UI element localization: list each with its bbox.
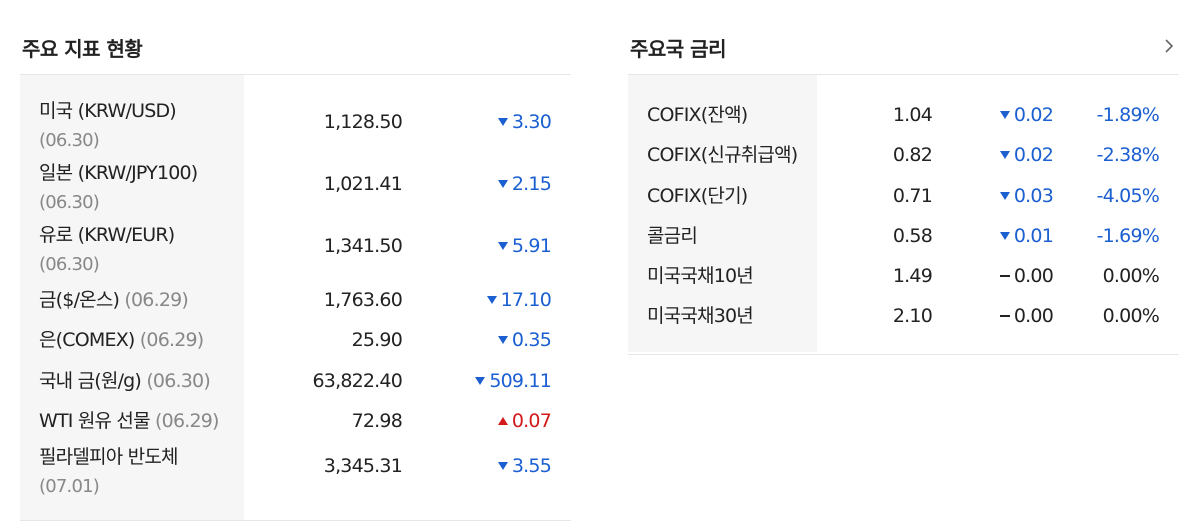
indicator-row-gold[interactable]: 금($/온스) (06.29) 1,763.60 17.10 xyxy=(20,285,571,315)
rate-name: COFIX(잔액) xyxy=(647,104,748,126)
indicator-date: (06.30) xyxy=(39,192,100,213)
rate-change: 0.00 xyxy=(999,301,1054,331)
rate-name: 미국국채10년 xyxy=(647,265,754,287)
down-triangle-icon xyxy=(999,110,1010,119)
rate-row-us-10y[interactable]: 미국국채10년 1.49 0.00 0.00% xyxy=(628,261,1179,291)
indicator-value: 1,763.60 xyxy=(323,289,403,311)
rate-change: 0.01 xyxy=(999,221,1054,251)
indicator-name: 은(COMEX) xyxy=(39,329,135,351)
indicator-change: 5.91 xyxy=(497,235,552,257)
down-triangle-icon xyxy=(999,150,1010,159)
rate-percent: -1.69% xyxy=(1096,225,1160,247)
indicator-value: 72.98 xyxy=(351,410,403,432)
indicator-change: 2.15 xyxy=(497,173,552,195)
rate-value: 0.71 xyxy=(892,185,933,207)
indicator-date: (07.01) xyxy=(39,476,100,497)
indicator-row-eur[interactable]: 유로 (KRW/EUR) (06.30) 1,341.50 5.91 xyxy=(20,220,571,280)
down-triangle-icon xyxy=(999,231,1010,240)
rates-title: 주요국 금리 xyxy=(630,37,726,61)
indicator-change: 509.11 xyxy=(475,366,552,396)
indicator-value: 1,128.50 xyxy=(323,111,403,133)
chevron-right-icon[interactable] xyxy=(1159,34,1179,58)
indicator-value: 3,345.31 xyxy=(323,455,403,477)
rates-bottom-divider xyxy=(628,354,1179,355)
indicator-value: 25.90 xyxy=(351,329,403,351)
rate-change: 0.00 xyxy=(999,261,1054,291)
rate-row-us-30y[interactable]: 미국국채30년 2.10 0.00 0.00% xyxy=(628,301,1179,331)
rate-percent: -2.38% xyxy=(1096,144,1160,166)
rate-value: 1.04 xyxy=(892,104,933,126)
rate-row-cofix-new[interactable]: COFIX(신규취급액) 0.82 0.02 -2.38% xyxy=(628,140,1179,170)
rate-name: COFIX(신규취급액) xyxy=(647,144,798,166)
down-triangle-icon xyxy=(999,191,1010,200)
indicator-change: 0.07 xyxy=(497,406,552,436)
rate-value: 1.49 xyxy=(892,265,933,287)
indicator-value: 1,021.41 xyxy=(323,173,403,195)
flat-dash-icon xyxy=(999,274,1010,277)
rate-percent: 0.00% xyxy=(1102,265,1160,287)
down-triangle-icon xyxy=(497,241,508,250)
indicator-row-sox[interactable]: 필라델피아 반도체 (07.01) 3,345.31 3.55 xyxy=(20,442,571,502)
rate-change: 0.02 xyxy=(999,140,1054,170)
rate-row-call[interactable]: 콜금리 0.58 0.01 -1.69% xyxy=(628,221,1179,251)
flat-dash-icon xyxy=(999,314,1010,317)
indicator-name: 유로 (KRW/EUR) xyxy=(39,224,175,246)
indicator-value: 1,341.50 xyxy=(323,235,403,257)
indicator-row-jpy[interactable]: 일본 (KRW/JPY100) (06.30) 1,021.41 2.15 xyxy=(20,158,571,218)
rate-change: 0.02 xyxy=(999,100,1054,130)
indicator-date: (06.30) xyxy=(146,370,210,392)
indicator-date: (06.30) xyxy=(39,130,100,151)
indicator-row-usd[interactable]: 미국 (KRW/USD) (06.30) 1,128.50 3.30 xyxy=(20,96,571,156)
indicators-bottom-divider xyxy=(20,520,571,521)
down-triangle-icon xyxy=(475,376,486,385)
indicator-row-silver[interactable]: 은(COMEX) (06.29) 25.90 0.35 xyxy=(20,325,571,355)
rate-value: 0.82 xyxy=(892,144,933,166)
indicator-change: 3.55 xyxy=(497,455,552,477)
rate-name: 미국국채30년 xyxy=(647,305,754,327)
rate-row-cofix-balance[interactable]: COFIX(잔액) 1.04 0.02 -1.89% xyxy=(628,100,1179,130)
indicator-date: (06.30) xyxy=(39,254,100,275)
down-triangle-icon xyxy=(497,179,508,188)
rate-percent: -1.89% xyxy=(1096,104,1160,126)
indicator-change: 0.35 xyxy=(497,325,552,355)
rate-percent: -4.05% xyxy=(1096,185,1160,207)
indicator-date: (06.29) xyxy=(155,410,219,432)
indicator-name: 국내 금(원/g) xyxy=(39,370,142,392)
indicator-name: 일본 (KRW/JPY100) xyxy=(39,162,198,184)
indicators-panel: 주요 지표 현황 미국 (KRW/USD) (06.30) 1,128.50 3… xyxy=(20,0,571,528)
down-triangle-icon xyxy=(486,295,497,304)
indicator-name: 필라델피아 반도체 xyxy=(39,446,178,468)
indicators-title: 주요 지표 현황 xyxy=(22,37,143,61)
indicator-date: (06.29) xyxy=(124,289,189,311)
up-triangle-icon xyxy=(497,416,508,425)
rate-change: 0.03 xyxy=(999,181,1054,211)
indicator-row-domestic-gold[interactable]: 국내 금(원/g) (06.30) 63,822.40 509.11 xyxy=(20,366,571,396)
indicator-date: (06.29) xyxy=(139,329,204,351)
rate-value: 2.10 xyxy=(892,305,933,327)
indicator-change: 17.10 xyxy=(486,285,552,315)
indicator-value: 63,822.40 xyxy=(312,370,403,392)
rates-panel: 주요국 금리 COFIX(잔액) 1.04 0.02 -1.89% COFIX(… xyxy=(628,0,1179,528)
rate-row-cofix-short[interactable]: COFIX(단기) 0.71 0.03 -4.05% xyxy=(628,181,1179,211)
down-triangle-icon xyxy=(497,461,508,470)
rate-percent: 0.00% xyxy=(1102,305,1160,327)
indicator-name: 금($/온스) xyxy=(39,289,120,311)
rate-value: 0.58 xyxy=(892,225,933,247)
indicator-row-wti[interactable]: WTI 원유 선물 (06.29) 72.98 0.07 xyxy=(20,406,571,436)
rate-name: 콜금리 xyxy=(647,225,698,247)
indicator-name: 미국 (KRW/USD) xyxy=(39,100,177,122)
indicator-name: WTI 원유 선물 xyxy=(39,410,151,432)
down-triangle-icon xyxy=(497,117,508,126)
indicator-change: 3.30 xyxy=(497,111,552,133)
down-triangle-icon xyxy=(497,335,508,344)
rate-name: COFIX(단기) xyxy=(647,185,748,207)
